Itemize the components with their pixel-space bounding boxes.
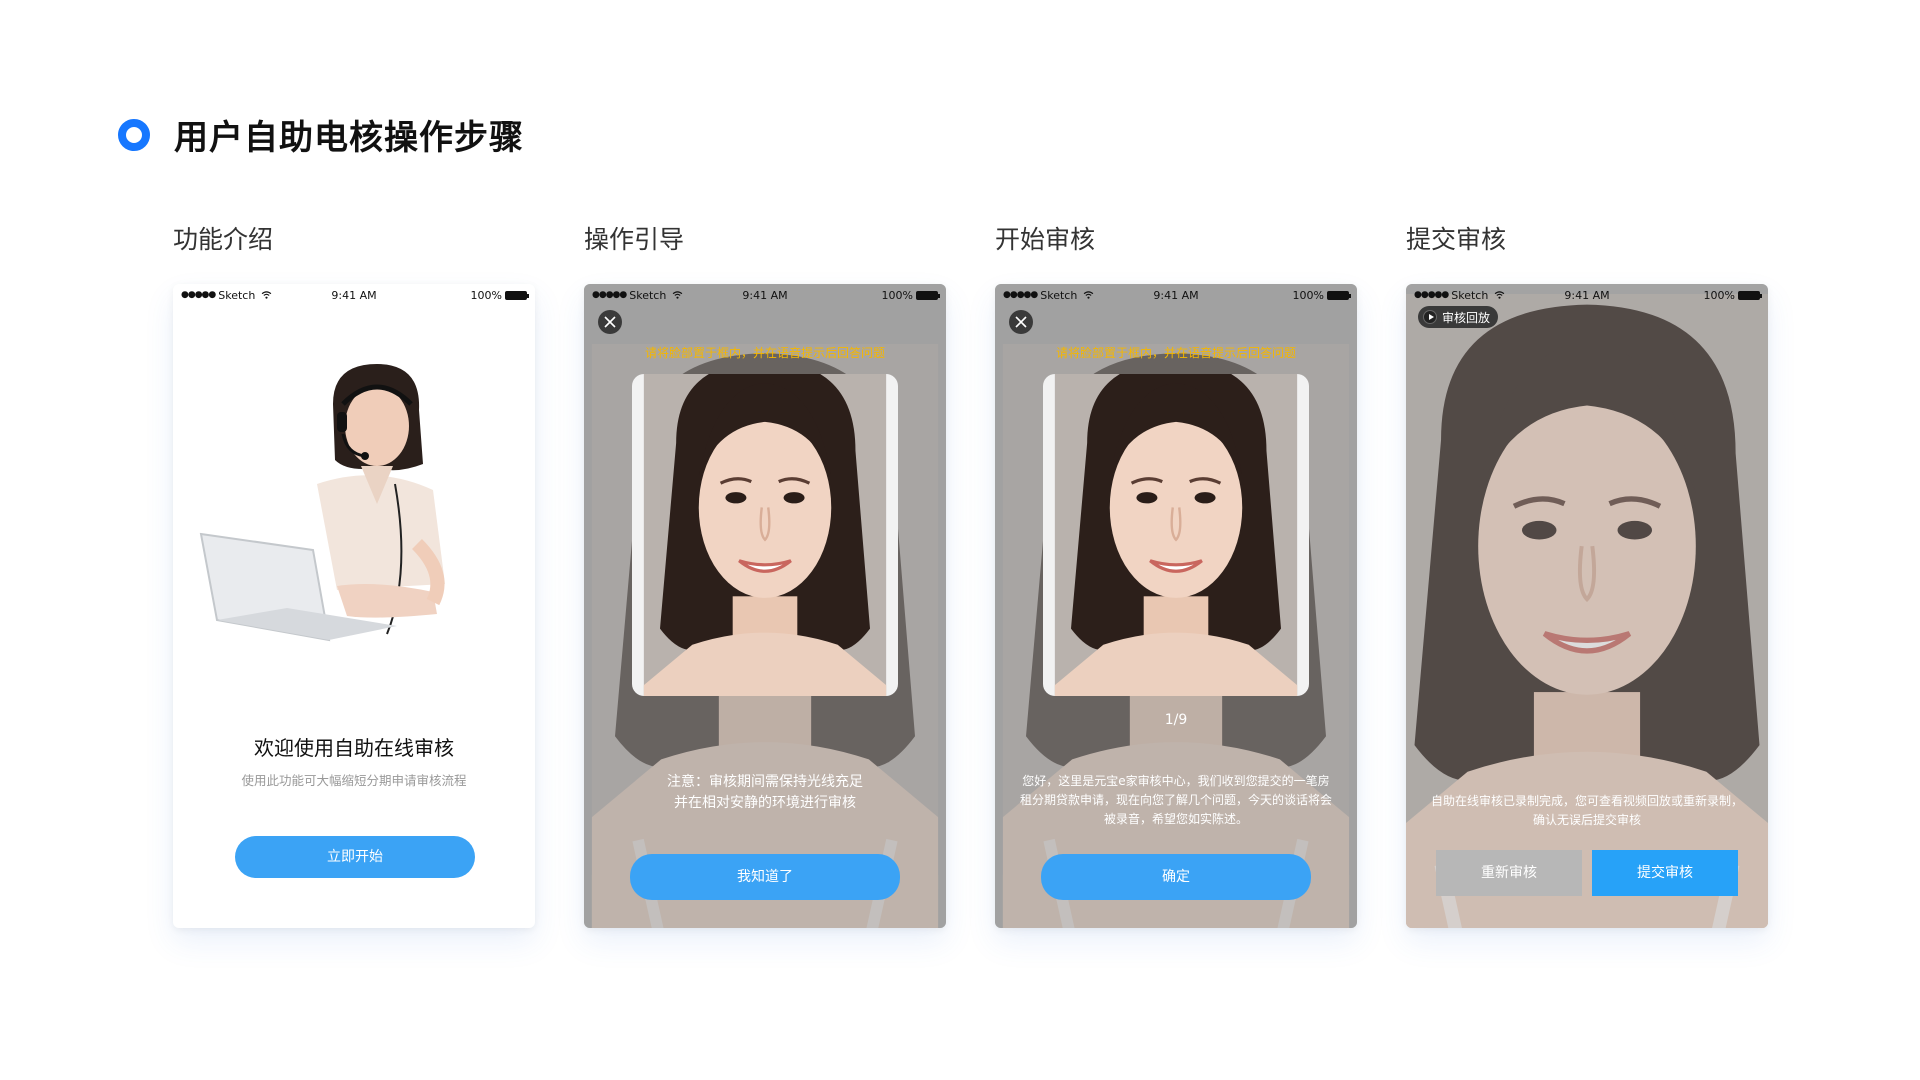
confirm-button[interactable]: 确定 xyxy=(1041,854,1311,900)
status-bar: ●●●●● Sketch 9:41 AM 100% xyxy=(584,284,946,306)
start-button[interactable]: 立即开始 xyxy=(235,836,475,878)
intro-subtitle: 使用此功能可大幅缩短分期申请审核流程 xyxy=(241,773,467,788)
guide-text: 请将脸部置于框内，并在语音提示后回答问题 xyxy=(644,346,885,360)
status-bar: ●●●●● Sketch 9:41 AM 100% xyxy=(995,284,1357,306)
status-time: 9:41 AM xyxy=(331,288,377,302)
battery-icon xyxy=(916,290,940,300)
signal-icon: ●●●●● xyxy=(1003,290,1038,300)
battery-icon xyxy=(1738,290,1762,300)
face-frame xyxy=(632,374,898,696)
got-it-button[interactable]: 我知道了 xyxy=(630,854,900,900)
carrier-label: Sketch xyxy=(629,288,667,302)
wifi-icon xyxy=(673,291,683,299)
wifi-icon xyxy=(262,291,272,299)
close-icon[interactable] xyxy=(598,310,622,334)
step-label: 开始审核 xyxy=(995,225,1096,254)
signal-icon: ●●●●● xyxy=(181,290,216,300)
status-time: 9:41 AM xyxy=(1564,288,1610,302)
carrier-label: Sketch xyxy=(218,288,256,302)
playback-badge[interactable]: 审核回放 xyxy=(1418,306,1499,328)
step-label: 功能介绍 xyxy=(173,225,274,254)
completion-text: 自助在线审核已录制完成，您可查看视频回放或重新录制，确认无误后提交审核 xyxy=(1430,794,1743,827)
step-label: 操作引导 xyxy=(584,225,685,254)
guide-text: 请将脸部置于框内，并在语音提示后回答问题 xyxy=(1055,346,1296,360)
page-title: 用户自助电核操作步骤 xyxy=(174,118,524,158)
playback-label: 审核回放 xyxy=(1442,310,1491,325)
battery-icon xyxy=(1327,290,1351,300)
agent-illustration xyxy=(199,364,445,642)
page-header: 用户自助电核操作步骤 xyxy=(118,110,524,159)
signal-icon: ●●●●● xyxy=(592,290,627,300)
step-label: 提交审核 xyxy=(1406,225,1507,254)
phone-screen-guide: ●●●●● Sketch 9:41 AM 100% 请将脸部置于框内，并在语音提示… xyxy=(584,284,946,928)
phone-screen-submit: ●●●●● Sketch 9:41 AM 100% 审核回放 自助在线审核已录制完… xyxy=(1406,284,1768,928)
carrier-label: Sketch xyxy=(1451,288,1489,302)
signal-icon: ●●●●● xyxy=(1414,290,1449,300)
phone-screen-intro: ●●●●● Sketch 9:41 AM 100% 欢迎使用自助在线审核 使用此… xyxy=(173,284,535,928)
video-playback[interactable] xyxy=(1406,284,1768,928)
step-guide: 操作引导 ●●●●● Sketch 9:41 AM 100% 请将脸部置于框内，并… xyxy=(584,222,946,928)
status-bar: ●●●●● Sketch 9:41 AM 100% xyxy=(173,284,535,306)
step-submit: 提交审核 ●●●●● Sketch 9:41 AM 100% 审核回放 自助在线审… xyxy=(1406,222,1768,928)
carrier-label: Sketch xyxy=(1040,288,1078,302)
submit-review-button[interactable]: 提交审核 xyxy=(1592,850,1738,896)
close-icon[interactable] xyxy=(1009,310,1033,334)
wifi-icon xyxy=(1084,291,1094,299)
intro-heading: 欢迎使用自助在线审核 xyxy=(254,736,454,760)
question-counter: 1/9 xyxy=(1164,712,1188,728)
header-bullet-icon xyxy=(118,118,150,151)
step-intro: 功能介绍 ●●●●● Sketch 9:41 AM 100% 欢迎使用自助在线审… xyxy=(173,222,535,928)
notice-text: 注意：审核期间需保持光线充足 并在相对安静的环境进行审核 xyxy=(667,774,863,811)
question-text: 您好，这里是元宝e家审核中心，我们收到您提交的一笔房租分期贷款申请，现在向您了解… xyxy=(1019,774,1332,826)
play-icon xyxy=(1423,310,1437,324)
status-time: 9:41 AM xyxy=(1153,288,1199,302)
status-bar: ●●●●● Sketch 9:41 AM 100% xyxy=(1406,284,1768,306)
battery-label: 100% xyxy=(1703,288,1735,302)
phone-screen-review: ●●●●● Sketch 9:41 AM 100% 请将脸部置于框内，并在语音提示… xyxy=(995,284,1357,928)
battery-label: 100% xyxy=(1292,288,1324,302)
face-frame xyxy=(1043,374,1309,696)
battery-label: 100% xyxy=(470,288,502,302)
wifi-icon xyxy=(1495,291,1505,299)
redo-review-button[interactable]: 重新审核 xyxy=(1436,850,1582,896)
battery-label: 100% xyxy=(881,288,913,302)
step-start-review: 开始审核 ●●●●● Sketch 9:41 AM 100% 请将脸部置于框内，并… xyxy=(995,222,1357,928)
battery-icon xyxy=(505,290,529,300)
status-time: 9:41 AM xyxy=(742,288,788,302)
